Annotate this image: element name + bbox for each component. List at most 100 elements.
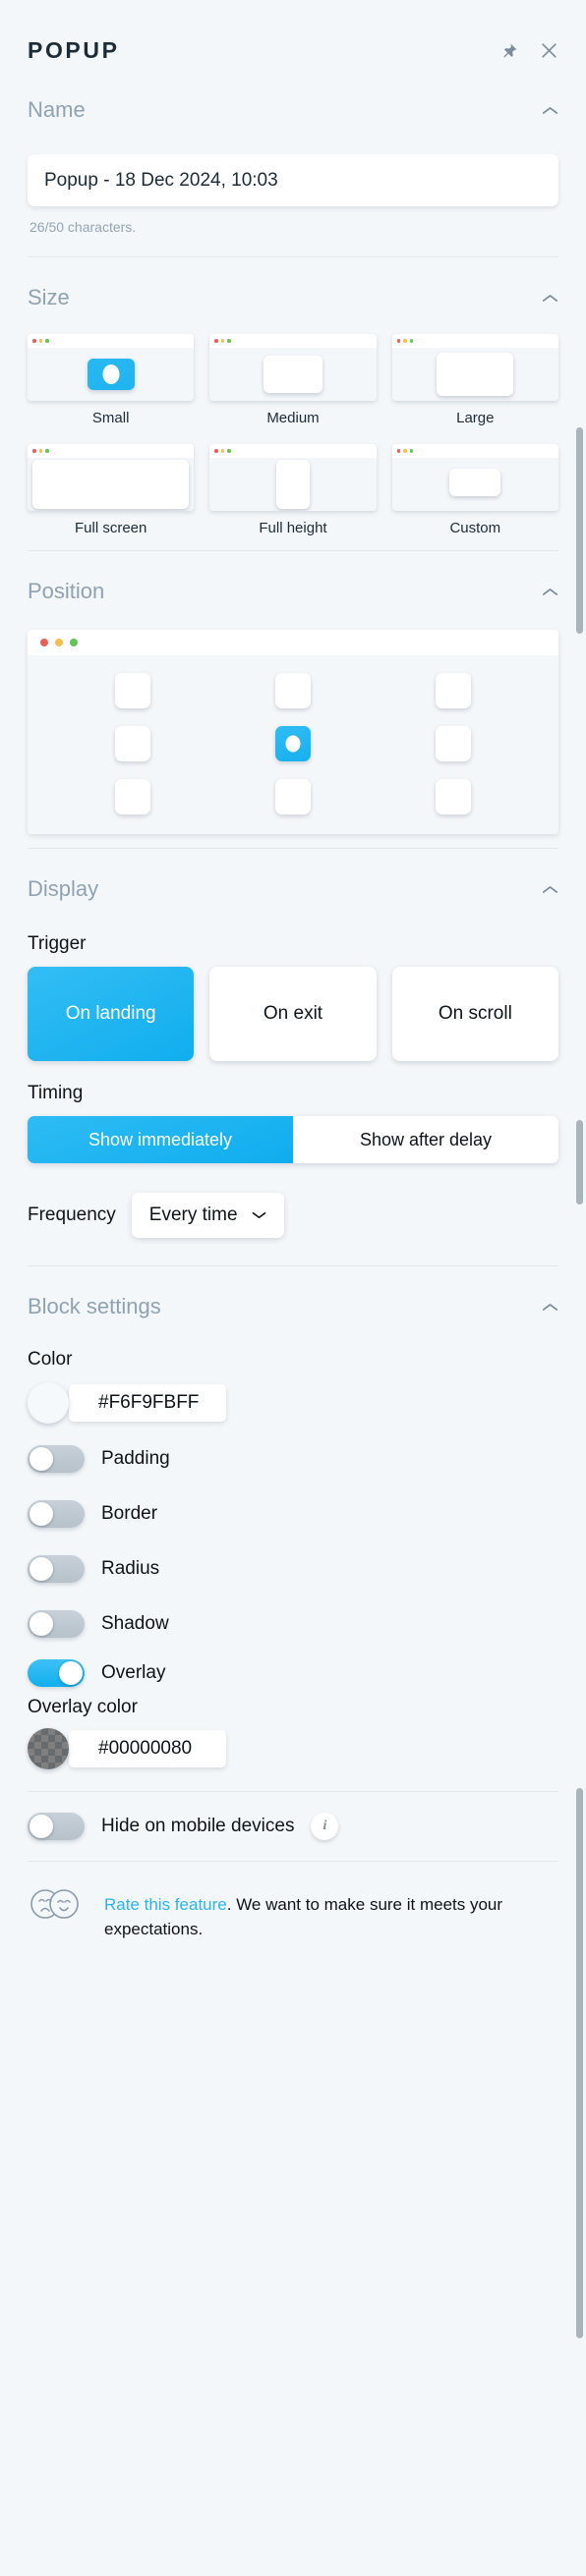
name-field-wrap [28, 133, 558, 206]
traffic-light-green-icon [409, 339, 414, 343]
toggle-row-overlay[interactable]: Overlay [28, 1652, 558, 1695]
size-option-full-screen[interactable]: Full screen [28, 444, 195, 550]
preview-body [392, 458, 558, 511]
shadow-toggle[interactable] [28, 1610, 85, 1638]
frequency-label: Frequency [28, 1204, 116, 1225]
preview-body [28, 348, 194, 401]
preview-shape [437, 353, 514, 396]
browser-titlebar [209, 444, 377, 458]
position-cell-bottom-left[interactable] [115, 779, 151, 814]
hide-on-mobile-toggle[interactable] [28, 1813, 85, 1840]
timing-label: Timing [28, 1083, 84, 1103]
traffic-light-green-icon [227, 449, 231, 453]
overlay-toggle[interactable] [28, 1659, 85, 1687]
section-title-block-settings: Block settings [28, 1294, 161, 1318]
rate-this-feature-link[interactable]: Rate this feature [104, 1895, 227, 1914]
section-header-display[interactable]: Display [28, 849, 558, 912]
frequency-value: Every time [148, 1204, 238, 1225]
frequency-select[interactable]: Every time [131, 1193, 284, 1238]
chevron-down-icon [252, 1210, 266, 1220]
size-option-small[interactable]: Small [28, 334, 195, 440]
size-option-custom[interactable]: Custom [391, 444, 558, 550]
inner-scrollbar-size[interactable] [576, 427, 583, 634]
section-header-position[interactable]: Position [28, 551, 558, 614]
color-swatch[interactable] [28, 1382, 69, 1424]
overlay-label: Overlay [101, 1662, 166, 1683]
traffic-light-red-icon [396, 449, 401, 453]
section-title-display: Display [28, 876, 99, 901]
toggle-row-border[interactable]: Border [28, 1486, 558, 1541]
timing-show-after-delay[interactable]: Show after delay [293, 1116, 558, 1163]
toggle-knob [29, 1502, 53, 1526]
browser-titlebar [28, 630, 558, 655]
chevron-up-icon[interactable] [542, 587, 558, 597]
chevron-up-icon[interactable] [542, 884, 558, 895]
page-title: POPUP [28, 37, 120, 63]
section-header-name[interactable]: Name [28, 70, 558, 133]
border-label: Border [101, 1503, 158, 1524]
chevron-up-icon[interactable] [542, 293, 558, 304]
toggle-row-padding[interactable]: Padding [28, 1431, 558, 1486]
name-input[interactable] [28, 154, 558, 206]
trigger-options: On landing On exit On scroll [28, 967, 558, 1061]
close-icon[interactable] [540, 41, 558, 60]
section-title-position: Position [28, 579, 105, 603]
panel-header: POPUP [28, 0, 558, 70]
panel-scrollbar[interactable] [576, 1788, 583, 2338]
overlay-color-field: #00000080 [28, 1726, 558, 1771]
traffic-light-yellow-icon [403, 449, 407, 453]
trigger-on-exit[interactable]: On exit [209, 967, 377, 1061]
padding-toggle[interactable] [28, 1445, 85, 1473]
pin-icon[interactable] [500, 42, 518, 60]
traffic-light-red-icon [396, 339, 401, 343]
traffic-light-red-icon [32, 449, 36, 453]
toggle-knob [29, 1447, 53, 1471]
toggle-row-hide-on-mobile[interactable]: Hide on mobile devices i [28, 1792, 558, 1861]
traffic-light-yellow-icon [403, 339, 407, 343]
traffic-light-yellow-icon [220, 339, 225, 343]
position-cell-top-right[interactable] [435, 673, 471, 708]
size-preview-full-height [209, 444, 377, 511]
traffic-light-red-icon [214, 339, 218, 343]
traffic-light-green-icon [45, 449, 49, 453]
size-option-label: Large [456, 410, 495, 426]
overlay-color-value[interactable]: #00000080 [69, 1730, 226, 1767]
chevron-up-icon[interactable] [542, 105, 558, 116]
position-cell-top-left[interactable] [115, 673, 151, 708]
radius-toggle[interactable] [28, 1555, 85, 1583]
position-cell-bottom-right[interactable] [435, 779, 471, 814]
info-icon[interactable]: i [311, 1813, 339, 1840]
size-option-medium[interactable]: Medium [209, 334, 377, 440]
size-option-label: Small [91, 410, 130, 426]
position-cell-middle-left[interactable] [115, 726, 151, 761]
inner-scrollbar-display[interactable] [576, 1120, 583, 1204]
size-option-large[interactable]: Large [391, 334, 558, 440]
traffic-light-yellow-icon [38, 449, 42, 453]
color-value[interactable]: #F6F9FBFF [69, 1384, 226, 1422]
position-cell-middle-right[interactable] [435, 726, 471, 761]
section-header-size[interactable]: Size [28, 257, 558, 320]
preview-body [209, 458, 376, 511]
section-header-block-settings[interactable]: Block settings [28, 1266, 558, 1329]
position-cell-bottom-center[interactable] [274, 779, 311, 814]
overlay-color-swatch[interactable] [28, 1728, 69, 1769]
traffic-light-yellow-icon [38, 339, 42, 343]
trigger-on-landing[interactable]: On landing [28, 967, 195, 1061]
border-toggle[interactable] [28, 1500, 85, 1528]
browser-titlebar [391, 444, 558, 458]
popup-settings-panel: POPUP Name 26/50 characters. Size [0, 0, 586, 2576]
preview-shape [87, 359, 135, 390]
trigger-on-scroll[interactable]: On scroll [391, 967, 558, 1061]
size-option-full-height[interactable]: Full height [209, 444, 377, 550]
preview-shape [263, 356, 322, 393]
chevron-up-icon[interactable] [542, 1302, 558, 1313]
position-cell-middle-center[interactable] [274, 726, 311, 761]
size-options-grid: Small Medium Large Full screen Full heig… [28, 320, 558, 550]
position-grid [28, 655, 558, 834]
position-cell-top-center[interactable] [274, 673, 311, 708]
toggle-row-shadow[interactable]: Shadow [28, 1596, 558, 1652]
timing-show-immediately[interactable]: Show immediately [28, 1116, 293, 1163]
trigger-label: Trigger [28, 933, 87, 954]
toggle-row-radius[interactable]: Radius [28, 1541, 558, 1596]
padding-label: Padding [101, 1448, 170, 1469]
